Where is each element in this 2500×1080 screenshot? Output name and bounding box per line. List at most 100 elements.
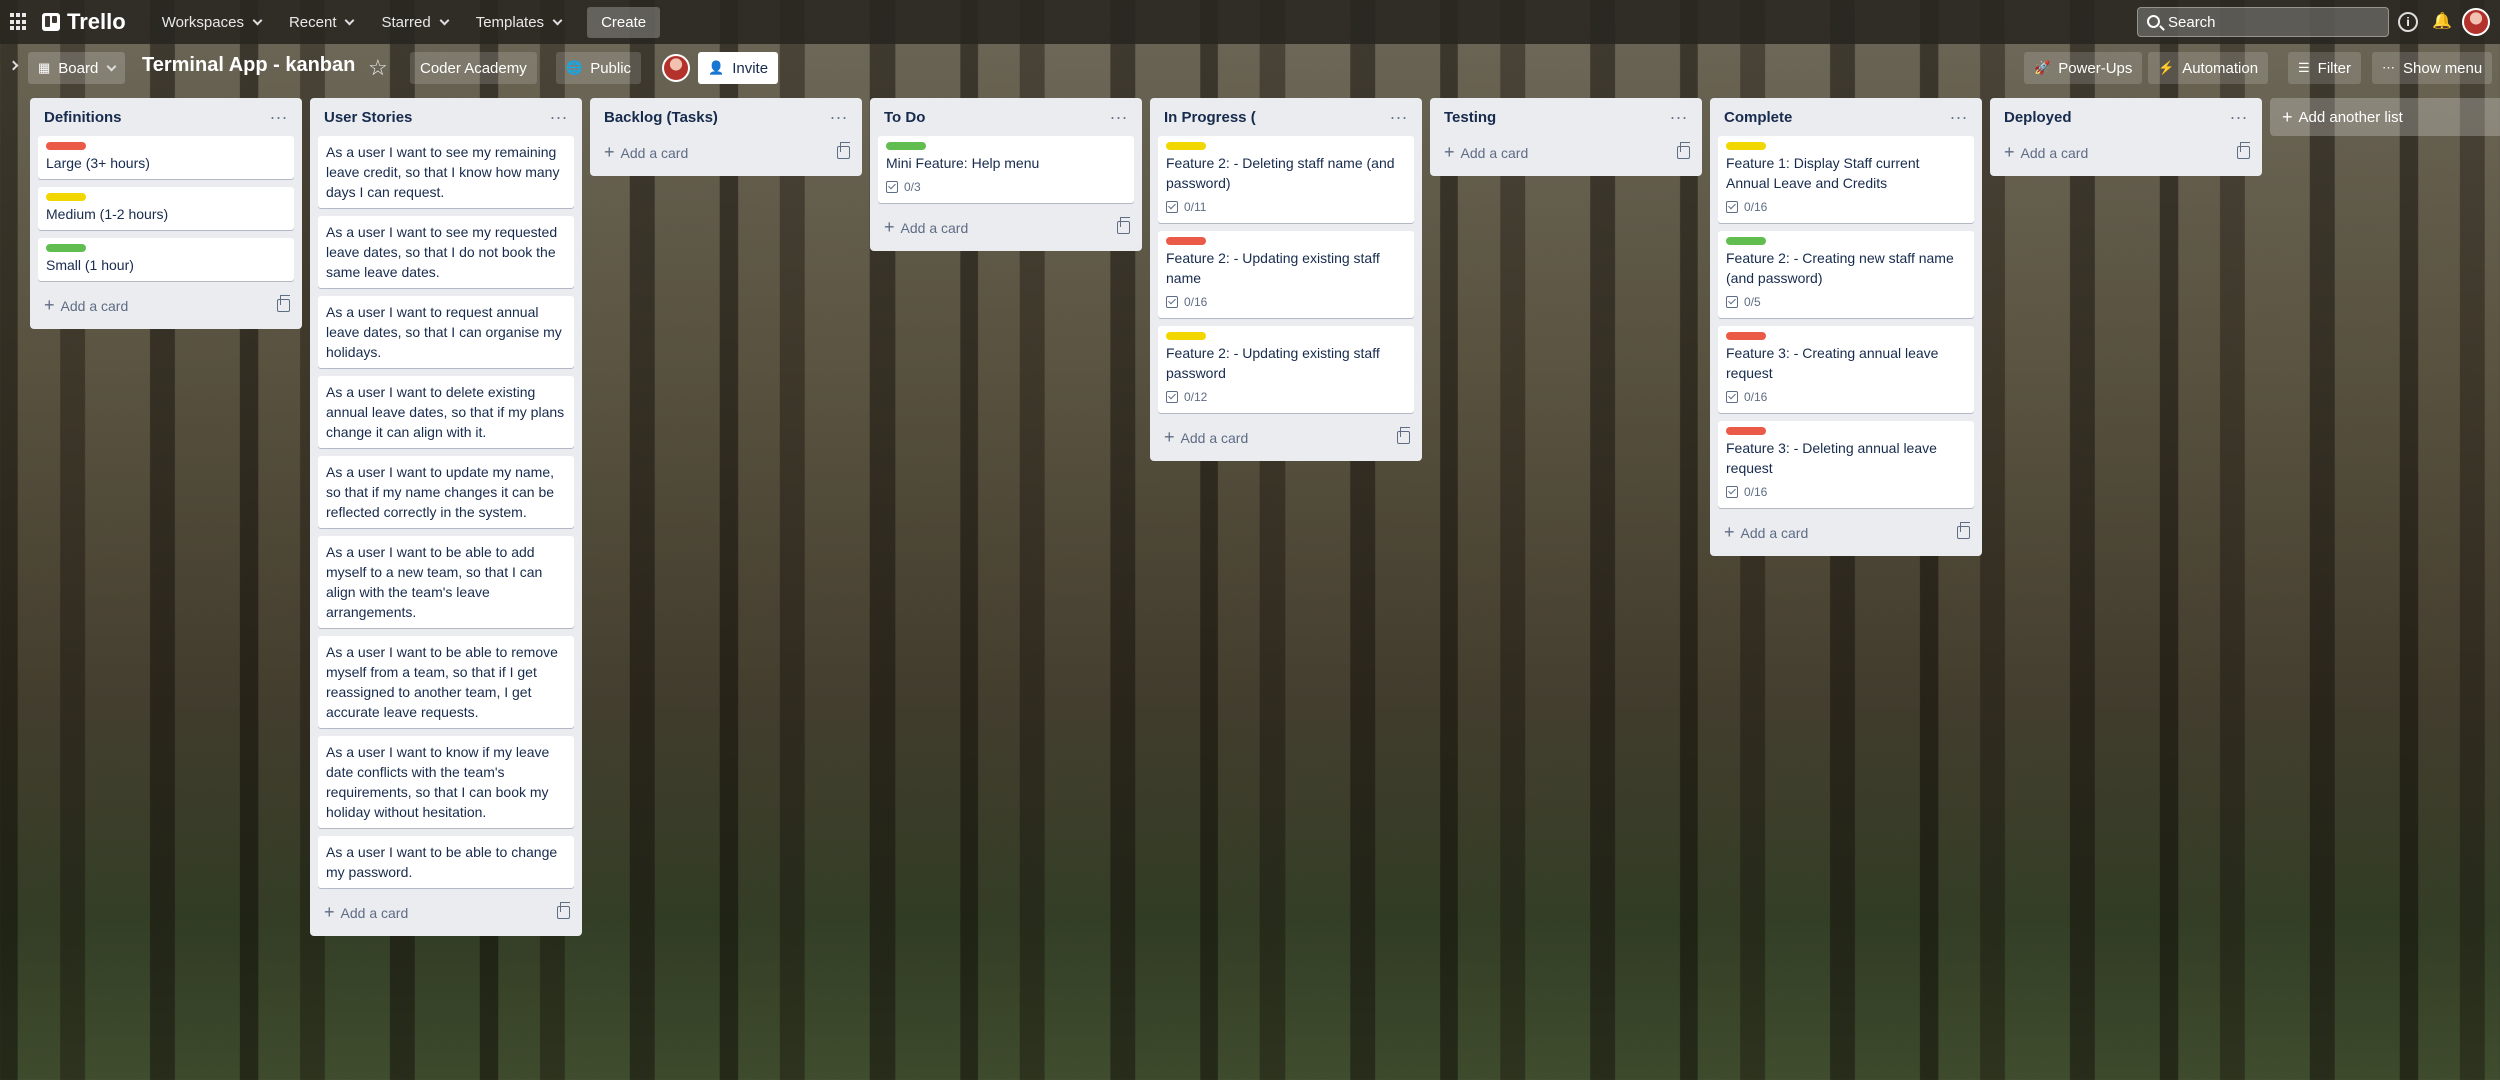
list-0[interactable]: Definitions... Large (3+ hours) Medium (1-…: [30, 98, 302, 329]
list-5[interactable]: Testing... + Add a card: [1430, 98, 1702, 176]
card-title: Small (1 hour): [46, 257, 134, 273]
create-button[interactable]: Create: [587, 6, 661, 38]
create-from-template-icon[interactable]: [557, 901, 570, 919]
card[interactable]: Feature 1: Display Staff current Annual …: [1718, 136, 1974, 223]
card[interactable]: Feature 2: - Creating new staff name (an…: [1718, 231, 1974, 318]
chevron-down-icon: [345, 15, 355, 25]
add-card-button[interactable]: + Add a card: [324, 902, 408, 923]
power-ups-button[interactable]: 🚀 Power-Ups: [2024, 52, 2143, 84]
list-title[interactable]: User Stories: [324, 109, 412, 126]
card[interactable]: Feature 3: - Deleting annual leave reque…: [1718, 421, 1974, 508]
list-actions-icon[interactable]: ...: [1390, 104, 1408, 122]
notifications-bell-icon[interactable]: 🔔: [2432, 12, 2452, 32]
add-card-button[interactable]: + Add a card: [604, 142, 688, 163]
list-title[interactable]: Testing: [1444, 109, 1496, 126]
automation-button[interactable]: ⚡ Automation: [2148, 52, 2269, 84]
list-title[interactable]: Deployed: [2004, 109, 2072, 126]
list-3[interactable]: To Do... Mini Feature: Help menu 0/3 + Add a…: [870, 98, 1142, 251]
add-card-button[interactable]: + Add a card: [2004, 142, 2088, 163]
list-header: Deployed...: [1998, 98, 2254, 136]
chevron-down-icon: [106, 61, 117, 71]
card[interactable]: Large (3+ hours): [38, 136, 294, 179]
list-actions-icon[interactable]: ...: [1110, 104, 1128, 122]
star-icon[interactable]: ☆: [368, 55, 388, 81]
board-view-switcher[interactable]: ▦ Board: [28, 52, 126, 84]
trello-logo[interactable]: Trello: [42, 9, 126, 35]
create-from-template-icon[interactable]: [1677, 141, 1690, 159]
search-input[interactable]: Search: [2137, 7, 2389, 37]
nav-starred[interactable]: Starred: [369, 8, 459, 37]
nav-templates[interactable]: Templates: [464, 8, 573, 37]
info-icon[interactable]: i: [2398, 12, 2418, 32]
card[interactable]: As a user I want to know if my leave dat…: [318, 736, 574, 828]
sidebar-expand-icon[interactable]: [8, 60, 19, 71]
visibility-button[interactable]: 🌐 Public: [556, 52, 642, 84]
checklist-count: 0/16: [1744, 200, 1768, 214]
list-title[interactable]: Definitions: [44, 109, 122, 126]
invite-label: Invite: [732, 59, 769, 77]
card[interactable]: As a user I want to update my name, so t…: [318, 456, 574, 528]
add-card-button[interactable]: + Add a card: [44, 295, 128, 316]
member-avatar[interactable]: [662, 54, 690, 82]
card[interactable]: As a user I want to be able to change my…: [318, 836, 574, 888]
card[interactable]: Feature 2: - Deleting staff name (and pa…: [1158, 136, 1414, 223]
checklist-badge: 0/12: [1166, 387, 1406, 407]
nav-recent[interactable]: Recent: [277, 8, 366, 37]
add-card-button[interactable]: + Add a card: [1724, 522, 1808, 543]
card[interactable]: As a user I want to be able to remove my…: [318, 636, 574, 728]
card[interactable]: Feature 2: - Updating existing staff pas…: [1158, 326, 1414, 413]
list-4[interactable]: In Progress (... Feature 2: - Deleting st…: [1150, 98, 1422, 461]
app-switcher-icon[interactable]: [10, 13, 28, 31]
board-title[interactable]: Terminal App - kanban: [142, 54, 355, 77]
filter-button[interactable]: ☰ Filter: [2288, 52, 2361, 84]
card[interactable]: As a user I want to see my remaining lea…: [318, 136, 574, 208]
add-another-list-button[interactable]: + Add another list: [2270, 98, 2500, 136]
card[interactable]: Medium (1-2 hours): [38, 187, 294, 230]
list-6[interactable]: Complete... Feature 1: Display Staff curr…: [1710, 98, 1982, 556]
card[interactable]: As a user I want to see my requested lea…: [318, 216, 574, 288]
list-actions-icon[interactable]: ...: [830, 104, 848, 122]
list-actions-icon[interactable]: ...: [270, 104, 288, 122]
create-from-template-icon[interactable]: [1397, 426, 1410, 444]
list-2[interactable]: Backlog (Tasks)... + Add a card: [590, 98, 862, 176]
card-title: As a user I want to delete existing annu…: [326, 384, 565, 440]
create-from-template-icon[interactable]: [837, 141, 850, 159]
list-1[interactable]: User Stories... As a user I want to see m…: [310, 98, 582, 936]
list-7[interactable]: Deployed... + Add a card: [1990, 98, 2262, 176]
list-header: Complete...: [1718, 98, 1974, 136]
list-title[interactable]: In Progress (: [1164, 109, 1256, 126]
visibility-label: Public: [590, 59, 632, 77]
checklist-badge: 0/3: [886, 177, 1126, 197]
list-footer: + Add a card: [318, 896, 574, 928]
add-card-button[interactable]: + Add a card: [1164, 427, 1248, 448]
invite-button[interactable]: 👤 Invite: [698, 52, 779, 84]
list-actions-icon[interactable]: ...: [1670, 104, 1688, 122]
create-from-template-icon[interactable]: [1957, 521, 1970, 539]
card[interactable]: Feature 3: - Creating annual leave reque…: [1718, 326, 1974, 413]
card[interactable]: Small (1 hour): [38, 238, 294, 281]
create-from-template-icon[interactable]: [277, 294, 290, 312]
list-actions-icon[interactable]: ...: [550, 104, 568, 122]
card[interactable]: As a user I want to request annual leave…: [318, 296, 574, 368]
list-title[interactable]: Backlog (Tasks): [604, 109, 718, 126]
card-title: Feature 2: - Updating existing staff nam…: [1166, 250, 1380, 286]
card[interactable]: As a user I want to be able to add mysel…: [318, 536, 574, 628]
create-from-template-icon[interactable]: [1117, 216, 1130, 234]
list-title[interactable]: To Do: [884, 109, 925, 126]
card[interactable]: Feature 2: - Updating existing staff nam…: [1158, 231, 1414, 318]
card[interactable]: Mini Feature: Help menu 0/3: [878, 136, 1134, 203]
show-menu-button[interactable]: ⋯ Show menu: [2372, 52, 2493, 84]
list-actions-icon[interactable]: ...: [1950, 104, 1968, 122]
card-label-red: [1166, 237, 1206, 245]
card[interactable]: As a user I want to delete existing annu…: [318, 376, 574, 448]
create-from-template-icon[interactable]: [2237, 141, 2250, 159]
add-card-button[interactable]: + Add a card: [884, 217, 968, 238]
workspace-button[interactable]: Coder Academy: [410, 52, 537, 84]
list-actions-icon[interactable]: ...: [2230, 104, 2248, 122]
nav-workspaces[interactable]: Workspaces: [150, 8, 273, 37]
list-title[interactable]: Complete: [1724, 109, 1792, 126]
card-title: Feature 1: Display Staff current Annual …: [1726, 155, 1920, 191]
add-card-button[interactable]: + Add a card: [1444, 142, 1528, 163]
user-avatar[interactable]: [2462, 8, 2490, 36]
checklist-icon: [1726, 391, 1738, 403]
